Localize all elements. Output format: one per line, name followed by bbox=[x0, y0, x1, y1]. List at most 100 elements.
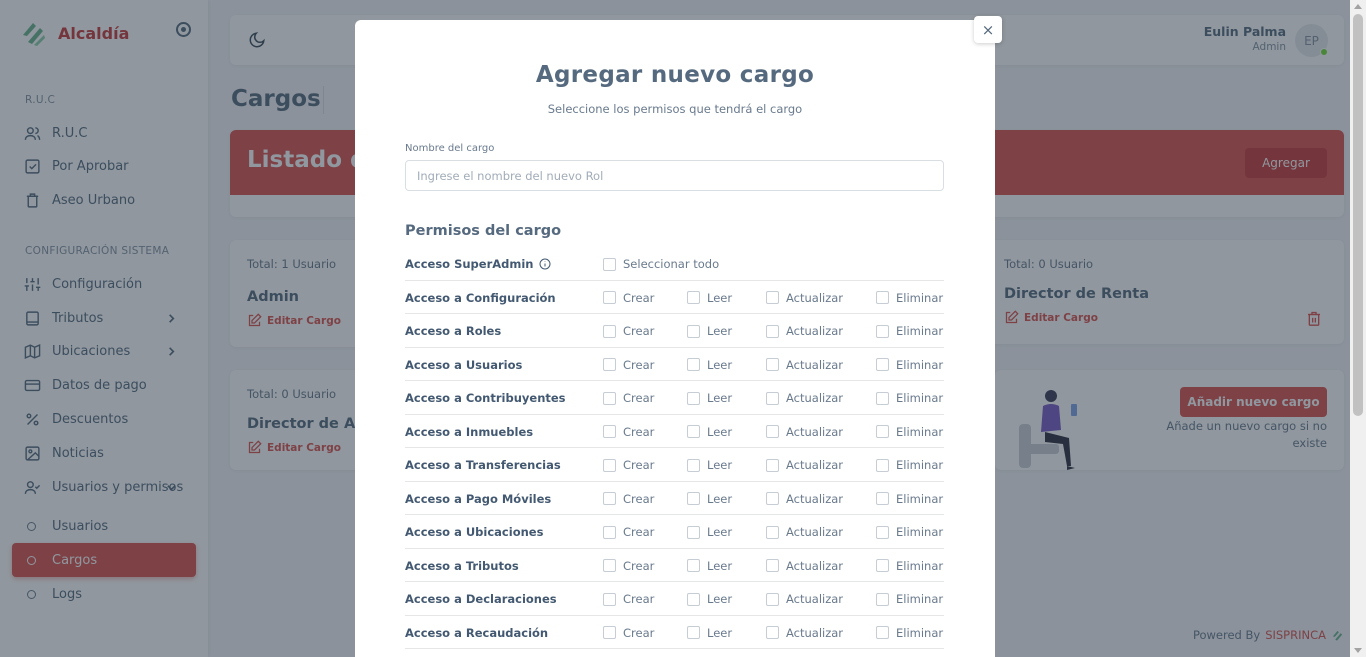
checkbox[interactable] bbox=[876, 425, 889, 438]
checkbox[interactable] bbox=[766, 358, 779, 371]
permission-update-checkbox[interactable]: Actualizar bbox=[766, 291, 843, 305]
close-modal-button[interactable]: × bbox=[974, 16, 1002, 43]
checkbox[interactable] bbox=[766, 492, 779, 505]
checkbox[interactable] bbox=[603, 626, 616, 639]
checkbox[interactable] bbox=[766, 291, 779, 304]
permission-delete-checkbox[interactable]: Eliminar bbox=[876, 525, 943, 539]
checkbox[interactable] bbox=[603, 525, 616, 539]
info-icon[interactable] bbox=[539, 258, 551, 270]
checkbox[interactable] bbox=[766, 525, 779, 539]
permission-delete-checkbox[interactable]: Eliminar bbox=[876, 391, 943, 405]
checkbox[interactable] bbox=[603, 592, 616, 606]
permission-create-checkbox[interactable]: Crear bbox=[603, 559, 654, 573]
checkbox[interactable] bbox=[687, 626, 700, 639]
permission-read-checkbox[interactable]: Leer bbox=[687, 626, 732, 640]
checkbox[interactable] bbox=[876, 525, 889, 539]
checkbox[interactable] bbox=[876, 559, 889, 572]
scroll-down-icon[interactable] bbox=[1354, 648, 1362, 653]
checkbox[interactable] bbox=[876, 458, 889, 472]
permission-create-checkbox[interactable]: Crear bbox=[603, 525, 654, 539]
checkbox[interactable] bbox=[687, 559, 700, 572]
permission-create-checkbox[interactable]: Crear bbox=[603, 425, 654, 439]
checkbox-label: Leer bbox=[707, 324, 733, 338]
permission-read-checkbox[interactable]: Leer bbox=[687, 425, 732, 439]
checkbox[interactable] bbox=[766, 324, 779, 338]
permission-read-checkbox[interactable]: Leer bbox=[687, 492, 732, 506]
checkbox[interactable] bbox=[766, 425, 779, 438]
checkbox[interactable] bbox=[603, 391, 616, 405]
page-scrollbar[interactable] bbox=[1350, 0, 1366, 657]
checkbox[interactable] bbox=[603, 425, 616, 438]
checkbox[interactable] bbox=[687, 358, 700, 371]
permission-delete-checkbox[interactable]: Eliminar bbox=[876, 626, 943, 640]
checkbox-label: Actualizar bbox=[786, 324, 844, 338]
checkbox[interactable] bbox=[766, 391, 779, 405]
checkbox[interactable] bbox=[603, 291, 616, 304]
permission-update-checkbox[interactable]: Actualizar bbox=[766, 324, 843, 338]
permission-update-checkbox[interactable]: Actualizar bbox=[766, 358, 843, 372]
permission-delete-checkbox[interactable]: Eliminar bbox=[876, 492, 943, 506]
permission-create-checkbox[interactable]: Crear bbox=[603, 391, 654, 405]
checkbox[interactable] bbox=[876, 492, 889, 505]
scroll-up-icon[interactable] bbox=[1354, 4, 1362, 9]
permission-update-checkbox[interactable]: Actualizar bbox=[766, 626, 843, 640]
permission-delete-checkbox[interactable]: Eliminar bbox=[876, 425, 943, 439]
checkbox[interactable] bbox=[876, 592, 889, 606]
permission-update-checkbox[interactable]: Actualizar bbox=[766, 525, 843, 539]
permission-read-checkbox[interactable]: Leer bbox=[687, 391, 732, 405]
permission-read-checkbox[interactable]: Leer bbox=[687, 458, 732, 472]
select-all-checkbox[interactable]: Seleccionar todo bbox=[603, 257, 719, 271]
permission-read-checkbox[interactable]: Leer bbox=[687, 525, 732, 539]
permission-update-checkbox[interactable]: Actualizar bbox=[766, 391, 843, 405]
checkbox[interactable] bbox=[876, 358, 889, 371]
permission-delete-checkbox[interactable]: Eliminar bbox=[876, 324, 943, 338]
checkbox[interactable] bbox=[876, 626, 889, 639]
checkbox[interactable] bbox=[766, 458, 779, 472]
checkbox[interactable] bbox=[766, 592, 779, 606]
permission-delete-checkbox[interactable]: Eliminar bbox=[876, 291, 943, 305]
checkbox[interactable] bbox=[603, 492, 616, 505]
scrollbar-thumb[interactable] bbox=[1353, 14, 1363, 416]
permission-create-checkbox[interactable]: Crear bbox=[603, 492, 654, 506]
permission-read-checkbox[interactable]: Leer bbox=[687, 291, 732, 305]
permission-update-checkbox[interactable]: Actualizar bbox=[766, 592, 843, 606]
permission-read-checkbox[interactable]: Leer bbox=[687, 358, 732, 372]
permission-delete-checkbox[interactable]: Eliminar bbox=[876, 458, 943, 472]
checkbox[interactable] bbox=[603, 559, 616, 572]
checkbox[interactable] bbox=[687, 324, 700, 338]
permission-create-checkbox[interactable]: Crear bbox=[603, 291, 654, 305]
permission-read-checkbox[interactable]: Leer bbox=[687, 592, 732, 606]
permission-name: Acceso a Roles bbox=[405, 324, 501, 338]
checkbox[interactable] bbox=[766, 626, 779, 639]
role-name-input[interactable] bbox=[405, 160, 944, 191]
permission-create-checkbox[interactable]: Crear bbox=[603, 358, 654, 372]
checkbox[interactable] bbox=[876, 291, 889, 304]
checkbox[interactable] bbox=[687, 592, 700, 606]
permission-delete-checkbox[interactable]: Eliminar bbox=[876, 592, 943, 606]
permission-create-checkbox[interactable]: Crear bbox=[603, 592, 654, 606]
permission-read-checkbox[interactable]: Leer bbox=[687, 324, 732, 338]
permission-create-checkbox[interactable]: Crear bbox=[603, 626, 654, 640]
checkbox[interactable] bbox=[687, 525, 700, 539]
permission-read-checkbox[interactable]: Leer bbox=[687, 559, 732, 573]
checkbox[interactable] bbox=[687, 492, 700, 505]
permission-create-checkbox[interactable]: Crear bbox=[603, 458, 654, 472]
permission-create-checkbox[interactable]: Crear bbox=[603, 324, 654, 338]
checkbox[interactable] bbox=[687, 425, 700, 438]
permission-update-checkbox[interactable]: Actualizar bbox=[766, 458, 843, 472]
permission-update-checkbox[interactable]: Actualizar bbox=[766, 492, 843, 506]
permission-delete-checkbox[interactable]: Eliminar bbox=[876, 358, 943, 372]
checkbox[interactable] bbox=[603, 358, 616, 371]
checkbox[interactable] bbox=[603, 324, 616, 338]
checkbox[interactable] bbox=[603, 458, 616, 472]
checkbox[interactable] bbox=[687, 458, 700, 472]
checkbox[interactable] bbox=[603, 257, 616, 271]
checkbox[interactable] bbox=[766, 559, 779, 572]
checkbox[interactable] bbox=[876, 324, 889, 338]
permission-delete-checkbox[interactable]: Eliminar bbox=[876, 559, 943, 573]
checkbox[interactable] bbox=[876, 391, 889, 405]
checkbox[interactable] bbox=[687, 391, 700, 405]
permission-update-checkbox[interactable]: Actualizar bbox=[766, 559, 843, 573]
checkbox[interactable] bbox=[687, 291, 700, 304]
permission-update-checkbox[interactable]: Actualizar bbox=[766, 425, 843, 439]
